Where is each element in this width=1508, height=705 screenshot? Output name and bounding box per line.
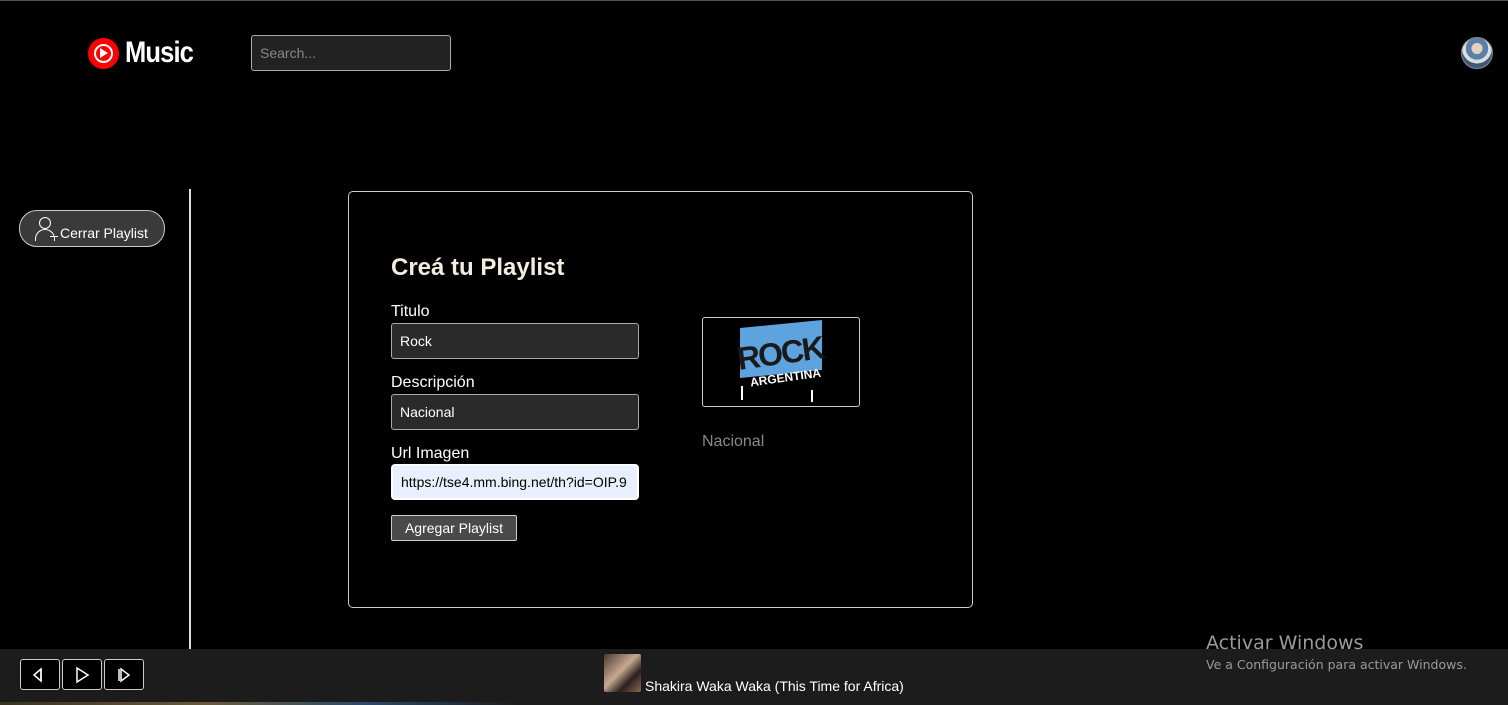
image-url-input[interactable] [391, 464, 639, 500]
activation-subtitle: Ve a Configuración para activar Windows. [1206, 657, 1467, 672]
app-logo[interactable]: Music [88, 36, 205, 70]
windows-activation-watermark: Activar Windows Ve a Configuración para … [1206, 631, 1467, 672]
skip-previous-icon [32, 666, 42, 683]
playlist-image-preview: ROCK ARGENTINA [702, 317, 860, 407]
description-input[interactable] [391, 394, 639, 430]
play-icon [76, 666, 90, 683]
user-minus-icon [34, 216, 58, 241]
user-avatar[interactable] [1461, 37, 1493, 69]
skip-next-icon [118, 667, 131, 682]
now-playing-title: Shakira Waka Waka (This Time for Africa) [645, 678, 904, 694]
title-label: Titulo [391, 303, 430, 320]
preview-description: Nacional [702, 433, 765, 450]
sidebar-divider [189, 189, 191, 658]
close-playlist-label: Cerrar Playlist [60, 224, 148, 241]
play-button[interactable] [62, 659, 102, 690]
close-playlist-button[interactable]: Cerrar Playlist [19, 210, 165, 247]
logo-text: Music [125, 36, 194, 69]
now-playing-thumbnail [604, 654, 641, 692]
activation-title: Activar Windows [1206, 632, 1364, 654]
search-input[interactable] [251, 35, 451, 71]
image-url-label: Url Imagen [391, 445, 470, 462]
description-label: Descripción [391, 374, 475, 391]
next-button[interactable] [104, 659, 144, 690]
create-playlist-card: Creá tu Playlist Titulo Descripción Url … [348, 191, 973, 608]
rock-argentina-image: ROCK ARGENTINA [735, 320, 827, 402]
add-playlist-button[interactable]: Agregar Playlist [391, 515, 517, 541]
youtube-music-icon [88, 37, 119, 69]
previous-button[interactable] [20, 659, 60, 690]
form-title: Creá tu Playlist [391, 254, 565, 281]
title-input[interactable] [391, 323, 639, 359]
top-border [0, 0, 1508, 1]
